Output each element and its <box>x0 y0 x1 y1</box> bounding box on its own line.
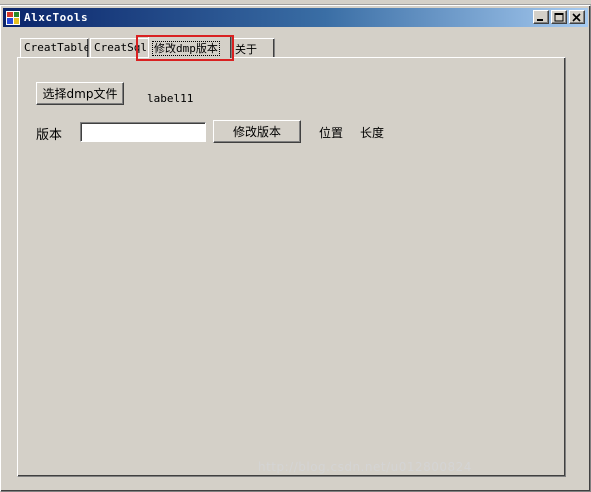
caption-buttons <box>531 10 585 24</box>
tab-label: CreatTable <box>24 41 89 54</box>
tab-label: 关于 <box>235 43 257 56</box>
minimize-button[interactable] <box>533 10 549 24</box>
title-bar[interactable]: AlxcTools <box>3 8 588 27</box>
app-icon <box>6 10 20 25</box>
watermark-text: http://blog.csdn.net/u012800824 <box>258 460 472 474</box>
highlight-annotation <box>136 35 234 61</box>
tab-about[interactable]: 关于 <box>231 38 275 57</box>
maximize-button[interactable] <box>551 10 567 24</box>
close-button[interactable] <box>569 10 585 24</box>
file-path-label: label11 <box>147 92 194 105</box>
modify-version-button[interactable]: 修改版本 <box>213 120 301 143</box>
version-label: 版本 <box>36 128 63 143</box>
window-title: AlxcTools <box>24 11 89 24</box>
maximize-icon <box>554 13 564 22</box>
close-icon <box>572 13 581 22</box>
select-dmp-file-button[interactable]: 选择dmp文件 <box>36 82 124 105</box>
length-label: 长度 <box>360 126 385 140</box>
tab-panel: 选择dmp文件 label11 版本 修改版本 位置 长度 <box>17 57 566 477</box>
tab-creattable[interactable]: CreatTable <box>20 38 89 57</box>
minimize-icon <box>537 19 543 21</box>
version-input[interactable] <box>80 122 206 142</box>
position-label: 位置 <box>319 126 344 140</box>
